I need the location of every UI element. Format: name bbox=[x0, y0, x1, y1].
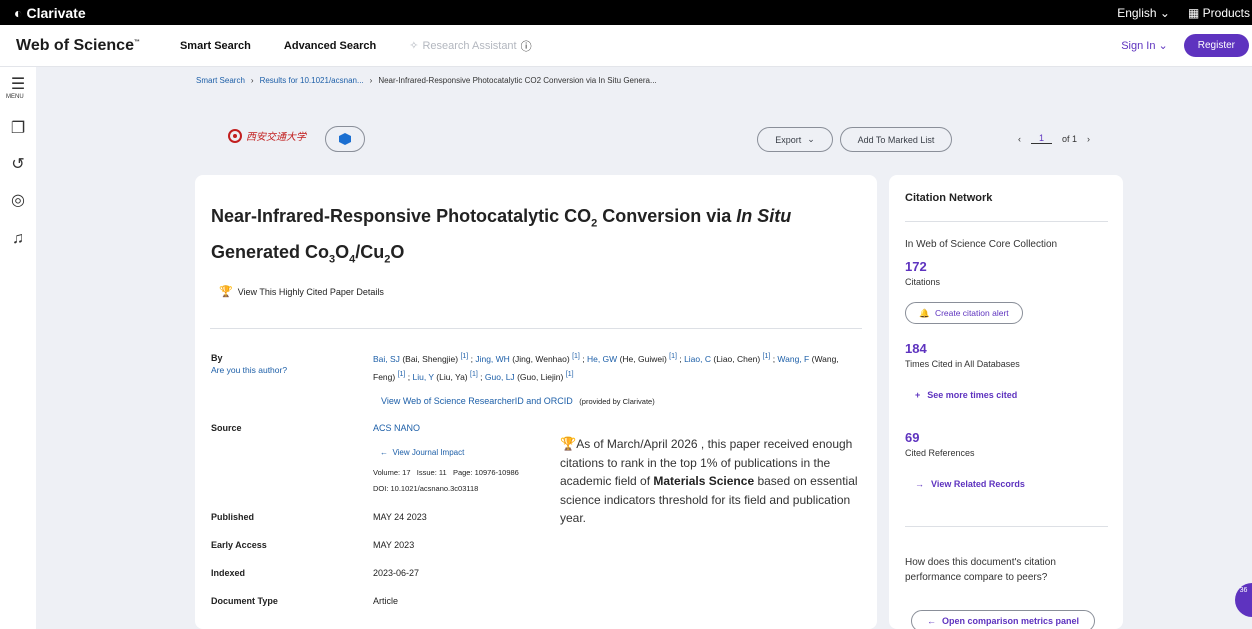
published-label: Published bbox=[211, 512, 255, 522]
menu-label: MENU bbox=[6, 94, 24, 100]
history-icon[interactable]: ↺ bbox=[8, 155, 28, 175]
record-card: Near-Infrared-Responsive Photocatalytic … bbox=[195, 175, 877, 629]
full-text-icon bbox=[339, 133, 351, 145]
sparkle-icon: ✧ bbox=[409, 40, 419, 52]
indexed-date: 2023-06-27 bbox=[373, 568, 420, 578]
highly-cited-link[interactable]: 🏆 View This Highly Cited Paper Details bbox=[219, 285, 384, 298]
compare-question: How does this document's citation perfor… bbox=[905, 557, 1056, 583]
page-number-input[interactable]: 1 bbox=[1031, 133, 1053, 144]
see-more-times-cited-link[interactable]: + See more times cited bbox=[915, 390, 1017, 400]
export-button[interactable]: Export ⌄ bbox=[757, 127, 833, 152]
breadcrumb: Smart Search › Results for 10.1021/acsna… bbox=[196, 76, 657, 85]
citations-label: Citations bbox=[905, 277, 941, 287]
divider bbox=[905, 526, 1108, 527]
all-databases-label: Times Cited in All Databases bbox=[905, 359, 1020, 369]
published-date: MAY 24 2023 bbox=[373, 512, 427, 522]
author-list: Bai, SJ (Bai, Shengjie) [1] ; Jing, WH (… bbox=[373, 353, 839, 382]
trophy-icon: 🏆 bbox=[560, 436, 577, 451]
arrow-left-icon: ← bbox=[926, 616, 936, 626]
author-link[interactable]: Bai, SJ bbox=[373, 354, 400, 364]
author-link[interactable]: Wang, F bbox=[777, 354, 809, 364]
menu-icon[interactable]: ☰ bbox=[8, 75, 28, 95]
early-access-label: Early Access bbox=[211, 540, 267, 550]
sign-in-menu[interactable]: Sign In ⌄ bbox=[1121, 39, 1168, 52]
source-journal-link[interactable]: ACS NANO bbox=[373, 423, 420, 433]
core-collection-label: In Web of Science Core Collection bbox=[905, 239, 1058, 250]
highly-cited-notice: 🏆As of March/April 2026 , this paper rec… bbox=[560, 436, 858, 525]
bell-icon: 🔔 bbox=[919, 307, 930, 318]
next-page-icon[interactable]: › bbox=[1087, 134, 1090, 144]
university-logo[interactable]: 西安交通大学 bbox=[228, 128, 306, 143]
researcher-id-row: View Web of Science ResearcherID and ORC… bbox=[381, 396, 655, 406]
record-pager: ‹ 1 of 1 › bbox=[1018, 133, 1090, 144]
arrow-right-icon: → bbox=[915, 479, 924, 489]
left-sidebar: ☰ MENU ❐ ↺ ◎ ♫ bbox=[0, 67, 36, 629]
citations-count[interactable]: 172 bbox=[905, 259, 927, 274]
plus-icon: + bbox=[915, 390, 921, 400]
breadcrumb-smart-search[interactable]: Smart Search bbox=[196, 76, 245, 85]
main-header: Web of Science™ Smart Search Advanced Se… bbox=[0, 25, 1252, 67]
doi: DOI: 10.1021/acsnano.3c03118 bbox=[373, 484, 479, 493]
indexed-label: Indexed bbox=[211, 568, 246, 578]
clarivate-logo[interactable]: ◐ Clarivate bbox=[14, 5, 86, 21]
divider bbox=[210, 328, 862, 329]
breadcrumb-current: Near-Infrared-Responsive Photocatalytic … bbox=[378, 76, 657, 85]
author-link[interactable]: Guo, LJ bbox=[485, 372, 515, 382]
register-button[interactable]: Register bbox=[1183, 34, 1249, 57]
grid-icon: ▦ bbox=[1187, 5, 1200, 20]
cited-references-label: Cited References bbox=[905, 448, 975, 458]
page-total: of 1 bbox=[1062, 133, 1078, 144]
create-citation-alert-button[interactable]: 🔔 Create citation alert bbox=[905, 302, 1023, 324]
web-of-science-logo[interactable]: Web of Science™ bbox=[16, 37, 140, 55]
record-title: Near-Infrared-Responsive Photocatalytic … bbox=[211, 206, 792, 266]
profile-icon[interactable]: ◎ bbox=[8, 191, 28, 211]
citation-network-panel: Citation Network In Web of Science Core … bbox=[889, 175, 1123, 629]
top-bar: ◐ Clarivate English ⌄ ▦ Products bbox=[0, 0, 1252, 25]
language-selector[interactable]: English ⌄ bbox=[1117, 6, 1170, 20]
bell-icon[interactable]: ♫ bbox=[8, 229, 28, 249]
author-link[interactable]: He, GW bbox=[587, 354, 617, 364]
breadcrumb-results[interactable]: Results for 10.1021/acsnan... bbox=[260, 76, 364, 85]
all-databases-count[interactable]: 184 bbox=[905, 341, 927, 356]
open-comparison-metrics-button[interactable]: ← Open comparison metrics panel bbox=[911, 610, 1095, 629]
author-link[interactable]: Liu, Y bbox=[412, 372, 433, 382]
nav-smart-search[interactable]: Smart Search bbox=[180, 40, 251, 52]
arrow-left-icon: ← bbox=[380, 448, 388, 457]
researcher-id-link[interactable]: View Web of Science ResearcherID and ORC… bbox=[381, 396, 573, 406]
chevron-right-icon: › bbox=[250, 76, 254, 85]
nav-advanced-search[interactable]: Advanced Search bbox=[284, 40, 376, 52]
marked-list-icon[interactable]: ❐ bbox=[8, 119, 28, 139]
info-icon[interactable]: ⓘ bbox=[521, 38, 532, 54]
trophy-icon: 🏆 bbox=[219, 286, 233, 298]
full-text-button[interactable] bbox=[325, 126, 365, 152]
clarivate-mark-icon: ◐ bbox=[14, 4, 23, 21]
nav-research-assistant[interactable]: ✧ Research Assistant ⓘ bbox=[409, 38, 531, 54]
notification-badge[interactable]: 36 bbox=[1235, 583, 1252, 617]
early-access-date: MAY 2023 bbox=[373, 540, 415, 550]
university-seal-icon bbox=[228, 128, 242, 143]
view-related-records-link[interactable]: → View Related Records bbox=[915, 479, 1025, 489]
author-link[interactable]: Jing, WH bbox=[475, 354, 509, 364]
products-menu[interactable]: ▦ Products bbox=[1188, 6, 1250, 20]
document-type-label: Document Type bbox=[211, 596, 278, 606]
are-you-this-author-link[interactable]: Are you this author? bbox=[211, 365, 287, 375]
chevron-right-icon: › bbox=[369, 76, 373, 85]
author-link[interactable]: Liao, C bbox=[684, 354, 711, 364]
chevron-down-icon: ⌄ bbox=[807, 134, 815, 144]
cited-references-count[interactable]: 69 bbox=[905, 430, 919, 445]
journal-impact-link[interactable]: ← View Journal Impact bbox=[380, 448, 464, 457]
add-to-marked-list-button[interactable]: Add To Marked List bbox=[840, 127, 952, 152]
volume-info: Volume: 17 Issue: 11 Page: 10976-10986 bbox=[373, 468, 519, 477]
divider bbox=[905, 221, 1108, 222]
by-label: By bbox=[211, 353, 223, 363]
citation-network-title: Citation Network bbox=[905, 192, 993, 204]
document-type: Article bbox=[373, 596, 399, 606]
source-label: Source bbox=[211, 423, 242, 433]
prev-page-icon[interactable]: ‹ bbox=[1018, 134, 1021, 144]
